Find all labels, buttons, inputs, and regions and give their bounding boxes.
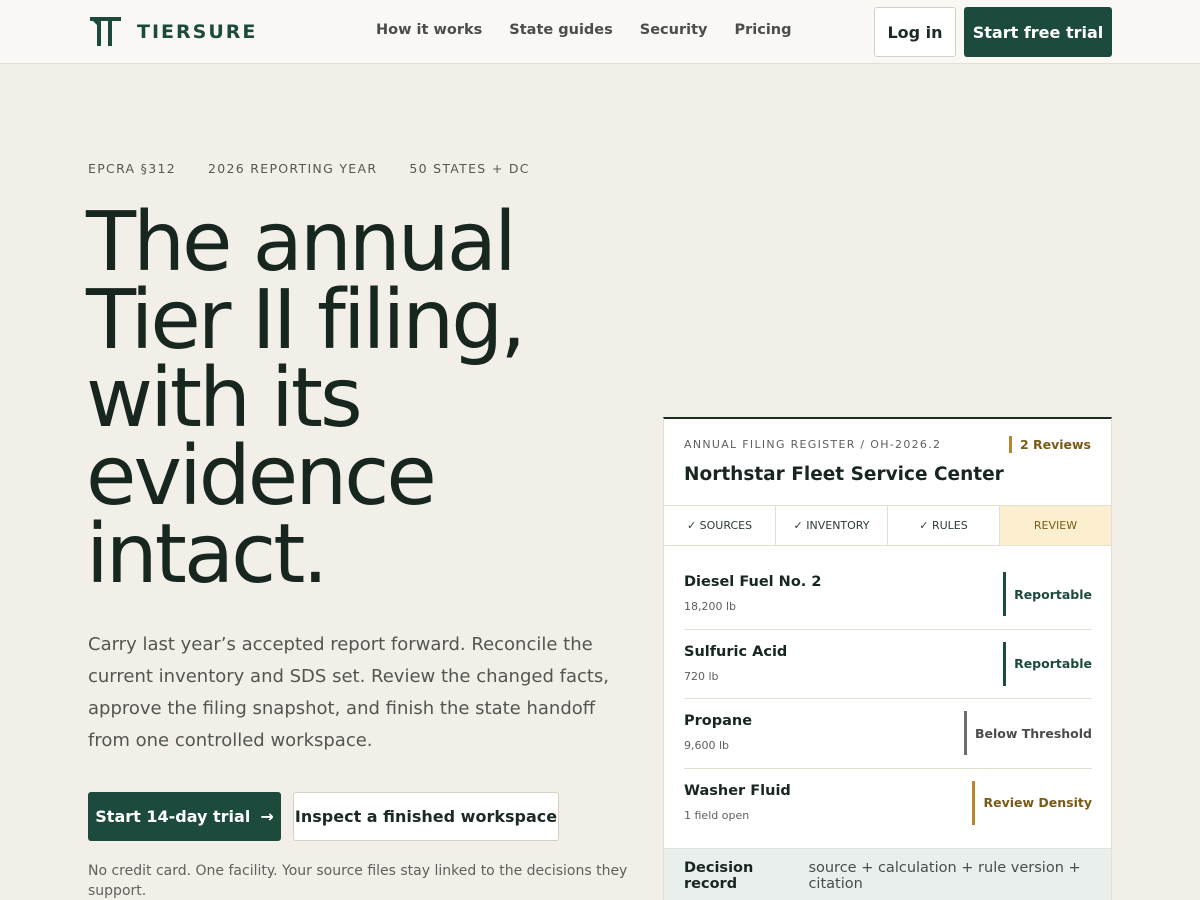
status-badge: Reportable (1003, 641, 1092, 686)
status-badge: Below Threshold (963, 711, 1092, 755)
list-item[interactable]: Washer Fluid 1 field open Review Density (684, 769, 1092, 839)
step-review[interactable]: REVIEW (1000, 506, 1111, 545)
chemical-quantity: 18,200 lb (684, 600, 737, 613)
register-id: ANNUAL FILING REGISTER / OH-2026.2 (684, 438, 942, 451)
workflow-steps: ✓ SOURCES ✓ INVENTORY ✓ RULES REVIEW (664, 505, 1111, 546)
chemical-name: Diesel Fuel No. 2 (684, 574, 822, 590)
hero-lede: Carry last year’s accepted report forwar… (88, 634, 610, 751)
chemical-name: Washer Fluid (684, 782, 791, 799)
reviews-badge: 2 Reviews (1008, 436, 1091, 453)
status-badge: Review Density (972, 780, 1092, 825)
hero-headline: The annual Tier II filing, with its evid… (86, 195, 646, 602)
headline-line: evidence (86, 429, 437, 524)
list-item[interactable]: Propane 9,600 lb Below Threshold (684, 699, 1092, 769)
status-badge: Reportable (1003, 572, 1092, 616)
arrow-right-icon: → (260, 807, 274, 826)
nav-link-how-it-works[interactable]: How it works (376, 22, 482, 38)
chemical-quantity: 720 lb (684, 669, 719, 683)
start-trial-button[interactable]: Start 14-day trial → (88, 792, 281, 841)
hero-eyebrow: EPCRA §312 2026 REPORTING YEAR 50 STATES… (88, 161, 562, 176)
decision-record: Decision record source + calculation + r… (664, 848, 1111, 900)
chemical-name: Propane (684, 713, 753, 729)
facility-name: Northstar Fleet Service Center (684, 464, 1004, 485)
filing-register-card: ANNUAL FILING REGISTER / OH-2026.2 2 Rev… (663, 417, 1112, 900)
chemical-list: Diesel Fuel No. 2 18,200 lb Reportable S… (684, 560, 1092, 838)
eyebrow-regulation: EPCRA §312 (88, 161, 176, 176)
inspect-workspace-button[interactable]: Inspect a finished workspace (293, 792, 559, 841)
headline-line: Tier II filing, (86, 273, 526, 368)
step-rules[interactable]: ✓ RULES (888, 506, 1000, 545)
brand-logo[interactable]: TIERSURE (90, 16, 257, 47)
tiersure-logo-icon (90, 17, 121, 46)
hero-footnote: No credit card. One facility. Your sourc… (88, 863, 628, 899)
nav-link-pricing[interactable]: Pricing (734, 22, 791, 38)
eyebrow-coverage: 50 STATES + DC (409, 161, 530, 176)
start-trial-label: Start 14-day trial (95, 807, 251, 826)
decision-record-text: source + calculation + rule version + ci… (808, 859, 1081, 892)
primary-nav: How it works State guides Security Prici… (376, 22, 819, 38)
step-sources[interactable]: ✓ SOURCES (664, 506, 776, 545)
list-item[interactable]: Sulfuric Acid 720 lb Reportable (684, 630, 1092, 699)
top-nav: TIERSURE How it works State guides Secur… (0, 0, 1200, 64)
login-button[interactable]: Log in (874, 7, 956, 57)
headline-line: intact. (86, 507, 328, 602)
eyebrow-reporting-year: 2026 REPORTING YEAR (207, 161, 378, 176)
chemical-open-fields: 1 field open (684, 808, 750, 822)
decision-record-label: Decision record (684, 859, 754, 892)
chemical-quantity: 9,600 lb (684, 739, 730, 752)
nav-link-state-guides[interactable]: State guides (509, 22, 613, 38)
list-item[interactable]: Diesel Fuel No. 2 18,200 lb Reportable (684, 560, 1092, 630)
headline-line: with its (86, 351, 363, 446)
chemical-name: Sulfuric Acid (684, 643, 788, 660)
start-free-trial-button[interactable]: Start free trial (964, 7, 1112, 57)
headline-line: The annual (86, 195, 517, 290)
step-inventory[interactable]: ✓ INVENTORY (776, 506, 888, 545)
nav-link-security[interactable]: Security (640, 22, 708, 38)
brand-name: TIERSURE (137, 20, 258, 43)
